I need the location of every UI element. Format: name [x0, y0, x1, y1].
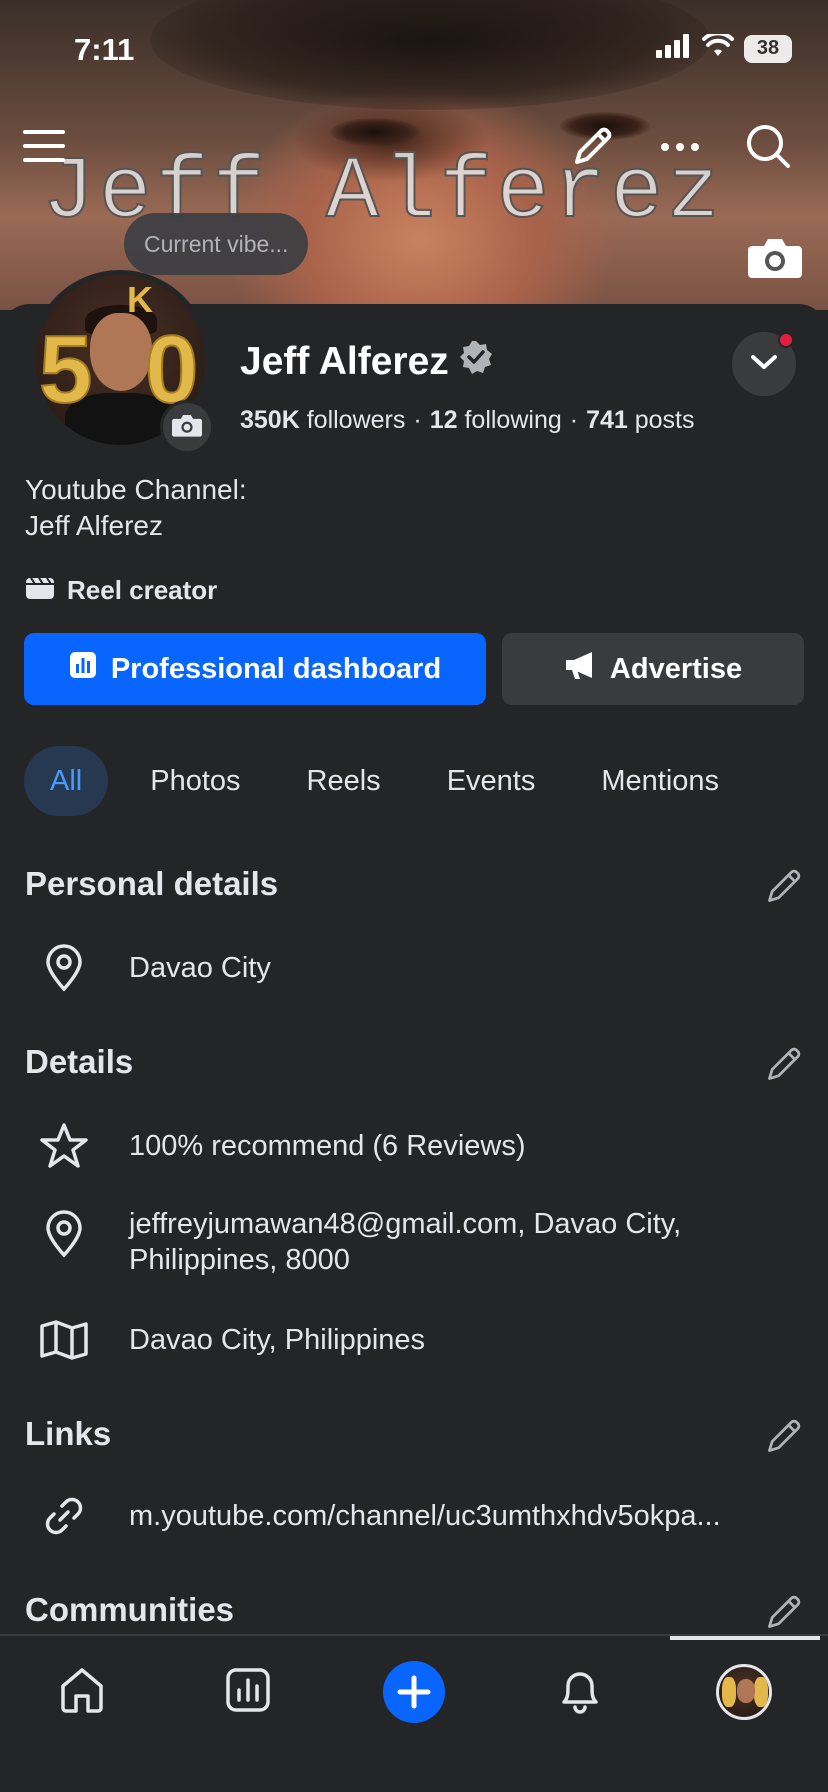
location-pin-icon	[38, 1208, 90, 1260]
youtube-link-text[interactable]: m.youtube.com/channel/uc3umthxhdv5okpa..…	[129, 1498, 819, 1534]
pencil-icon	[764, 869, 804, 910]
stats-separator: ·	[413, 406, 422, 434]
nav-create-button[interactable]	[378, 1656, 450, 1728]
avatar-balloon	[722, 1677, 736, 1707]
recommend-text: 100% recommend (6 Reviews)	[129, 1130, 526, 1162]
personal-details-title: Personal details	[25, 865, 279, 902]
clapperboard-icon	[25, 574, 55, 607]
personal-location-text: Davao City	[129, 952, 271, 984]
status-icons: 38	[656, 31, 792, 63]
avatar-face	[90, 313, 152, 391]
pencil-icon	[571, 124, 615, 173]
megaphone-icon	[564, 650, 596, 688]
pencil-icon	[764, 1047, 804, 1088]
profile-bio: Youtube Channel: Jeff Alferez	[25, 474, 247, 541]
location-pin-icon	[38, 942, 90, 994]
professional-dashboard-label: Professional dashboard	[110, 652, 442, 685]
edit-personal-details-button[interactable]	[764, 866, 804, 906]
more-dots-icon	[660, 139, 700, 157]
tab-mentions[interactable]: Mentions	[575, 746, 745, 816]
search-icon	[745, 123, 791, 174]
notification-dot	[778, 332, 794, 348]
communities-title: Communities	[25, 1591, 235, 1628]
city-text: Davao City, Philippines	[129, 1324, 426, 1356]
camera-icon	[172, 413, 202, 442]
menu-button[interactable]	[16, 120, 72, 176]
tab-reels[interactable]: Reels	[281, 746, 407, 816]
home-icon	[58, 1666, 106, 1719]
cover-eye-left	[330, 118, 420, 146]
status-time: 7:11	[74, 32, 135, 67]
category-label: Reel creator	[67, 575, 218, 605]
link-icon	[38, 1490, 90, 1542]
address-row[interactable]: jeffreyjumawan48@gmail.com, Davao City, …	[38, 1208, 681, 1276]
profile-name: Jeff Alferez	[240, 340, 449, 383]
balloon-k: K	[127, 279, 153, 320]
more-options-button[interactable]	[652, 120, 708, 176]
edit-details-button[interactable]	[764, 1044, 804, 1084]
notifications-icon	[558, 1666, 602, 1719]
verified-badge-icon	[459, 340, 493, 384]
pencil-icon	[764, 1419, 804, 1460]
hamburger-icon	[23, 128, 65, 169]
address-text: jeffreyjumawan48@gmail.com, Davao City, …	[129, 1208, 682, 1276]
stats-separator: ·	[569, 406, 579, 434]
create-icon	[383, 1661, 445, 1723]
tab-photos[interactable]: Photos	[124, 746, 266, 816]
current-vibe-note[interactable]: Current vibe...	[124, 213, 309, 275]
links-title: Links	[25, 1415, 112, 1452]
avatar-face	[737, 1679, 755, 1703]
city-row[interactable]: Davao City, Philippines	[38, 1314, 425, 1366]
camera-icon	[748, 239, 802, 282]
search-button[interactable]	[740, 120, 796, 176]
chevron-down-icon	[750, 353, 778, 376]
profile-tabs: All Photos Reels Events Mentions	[24, 746, 745, 816]
bottom-navigation	[0, 1634, 828, 1792]
map-icon	[38, 1314, 90, 1366]
avatar-camera-button[interactable]	[160, 400, 214, 454]
status-bar: 7:11 38	[0, 0, 828, 100]
tab-all[interactable]: All	[24, 746, 109, 816]
following-label[interactable]: following	[464, 406, 561, 434]
profile-name-row: Jeff Alferez	[240, 340, 493, 384]
posts-count: 741	[586, 406, 628, 434]
profile-stats: 350K followers · 12 following · 741 posts	[240, 406, 695, 435]
balloon-five: 5	[38, 315, 93, 424]
cellular-signal-icon	[656, 34, 692, 63]
advertise-button[interactable]: Advertise	[502, 633, 804, 705]
following-count[interactable]: 12	[430, 406, 458, 434]
advertise-label: Advertise	[609, 652, 743, 685]
posts-label: posts	[634, 406, 695, 434]
edit-profile-button[interactable]	[565, 120, 621, 176]
nav-insights-button[interactable]	[212, 1656, 284, 1728]
star-icon	[38, 1120, 90, 1172]
professional-dashboard-button[interactable]: Professional dashboard	[24, 633, 486, 705]
insights-icon	[225, 1667, 271, 1718]
nav-notifications-button[interactable]	[544, 1656, 616, 1728]
details-title: Details	[25, 1043, 134, 1080]
wifi-icon	[702, 31, 734, 63]
youtube-link-row[interactable]: m.youtube.com/channel/uc3umthxhdv5okpa..…	[38, 1490, 721, 1542]
followers-label[interactable]: followers	[307, 406, 406, 434]
cover-camera-button[interactable]	[748, 236, 802, 278]
edit-communities-button[interactable]	[764, 1592, 804, 1632]
profile-category: Reel creator	[25, 574, 217, 607]
nav-home-button[interactable]	[46, 1656, 118, 1728]
avatar-balloon	[754, 1677, 768, 1707]
recommend-row[interactable]: 100% recommend (6 Reviews)	[38, 1120, 525, 1172]
edit-links-button[interactable]	[764, 1416, 804, 1456]
tab-events[interactable]: Events	[421, 746, 562, 816]
profile-avatar	[716, 1664, 772, 1720]
nav-profile-button[interactable]	[708, 1656, 780, 1728]
battery-indicator: 38	[744, 34, 792, 63]
personal-location-row[interactable]: Davao City	[38, 942, 271, 994]
followers-count[interactable]: 350K	[240, 406, 300, 434]
active-tab-indicator	[670, 1636, 820, 1640]
bar-chart-icon	[69, 651, 97, 687]
